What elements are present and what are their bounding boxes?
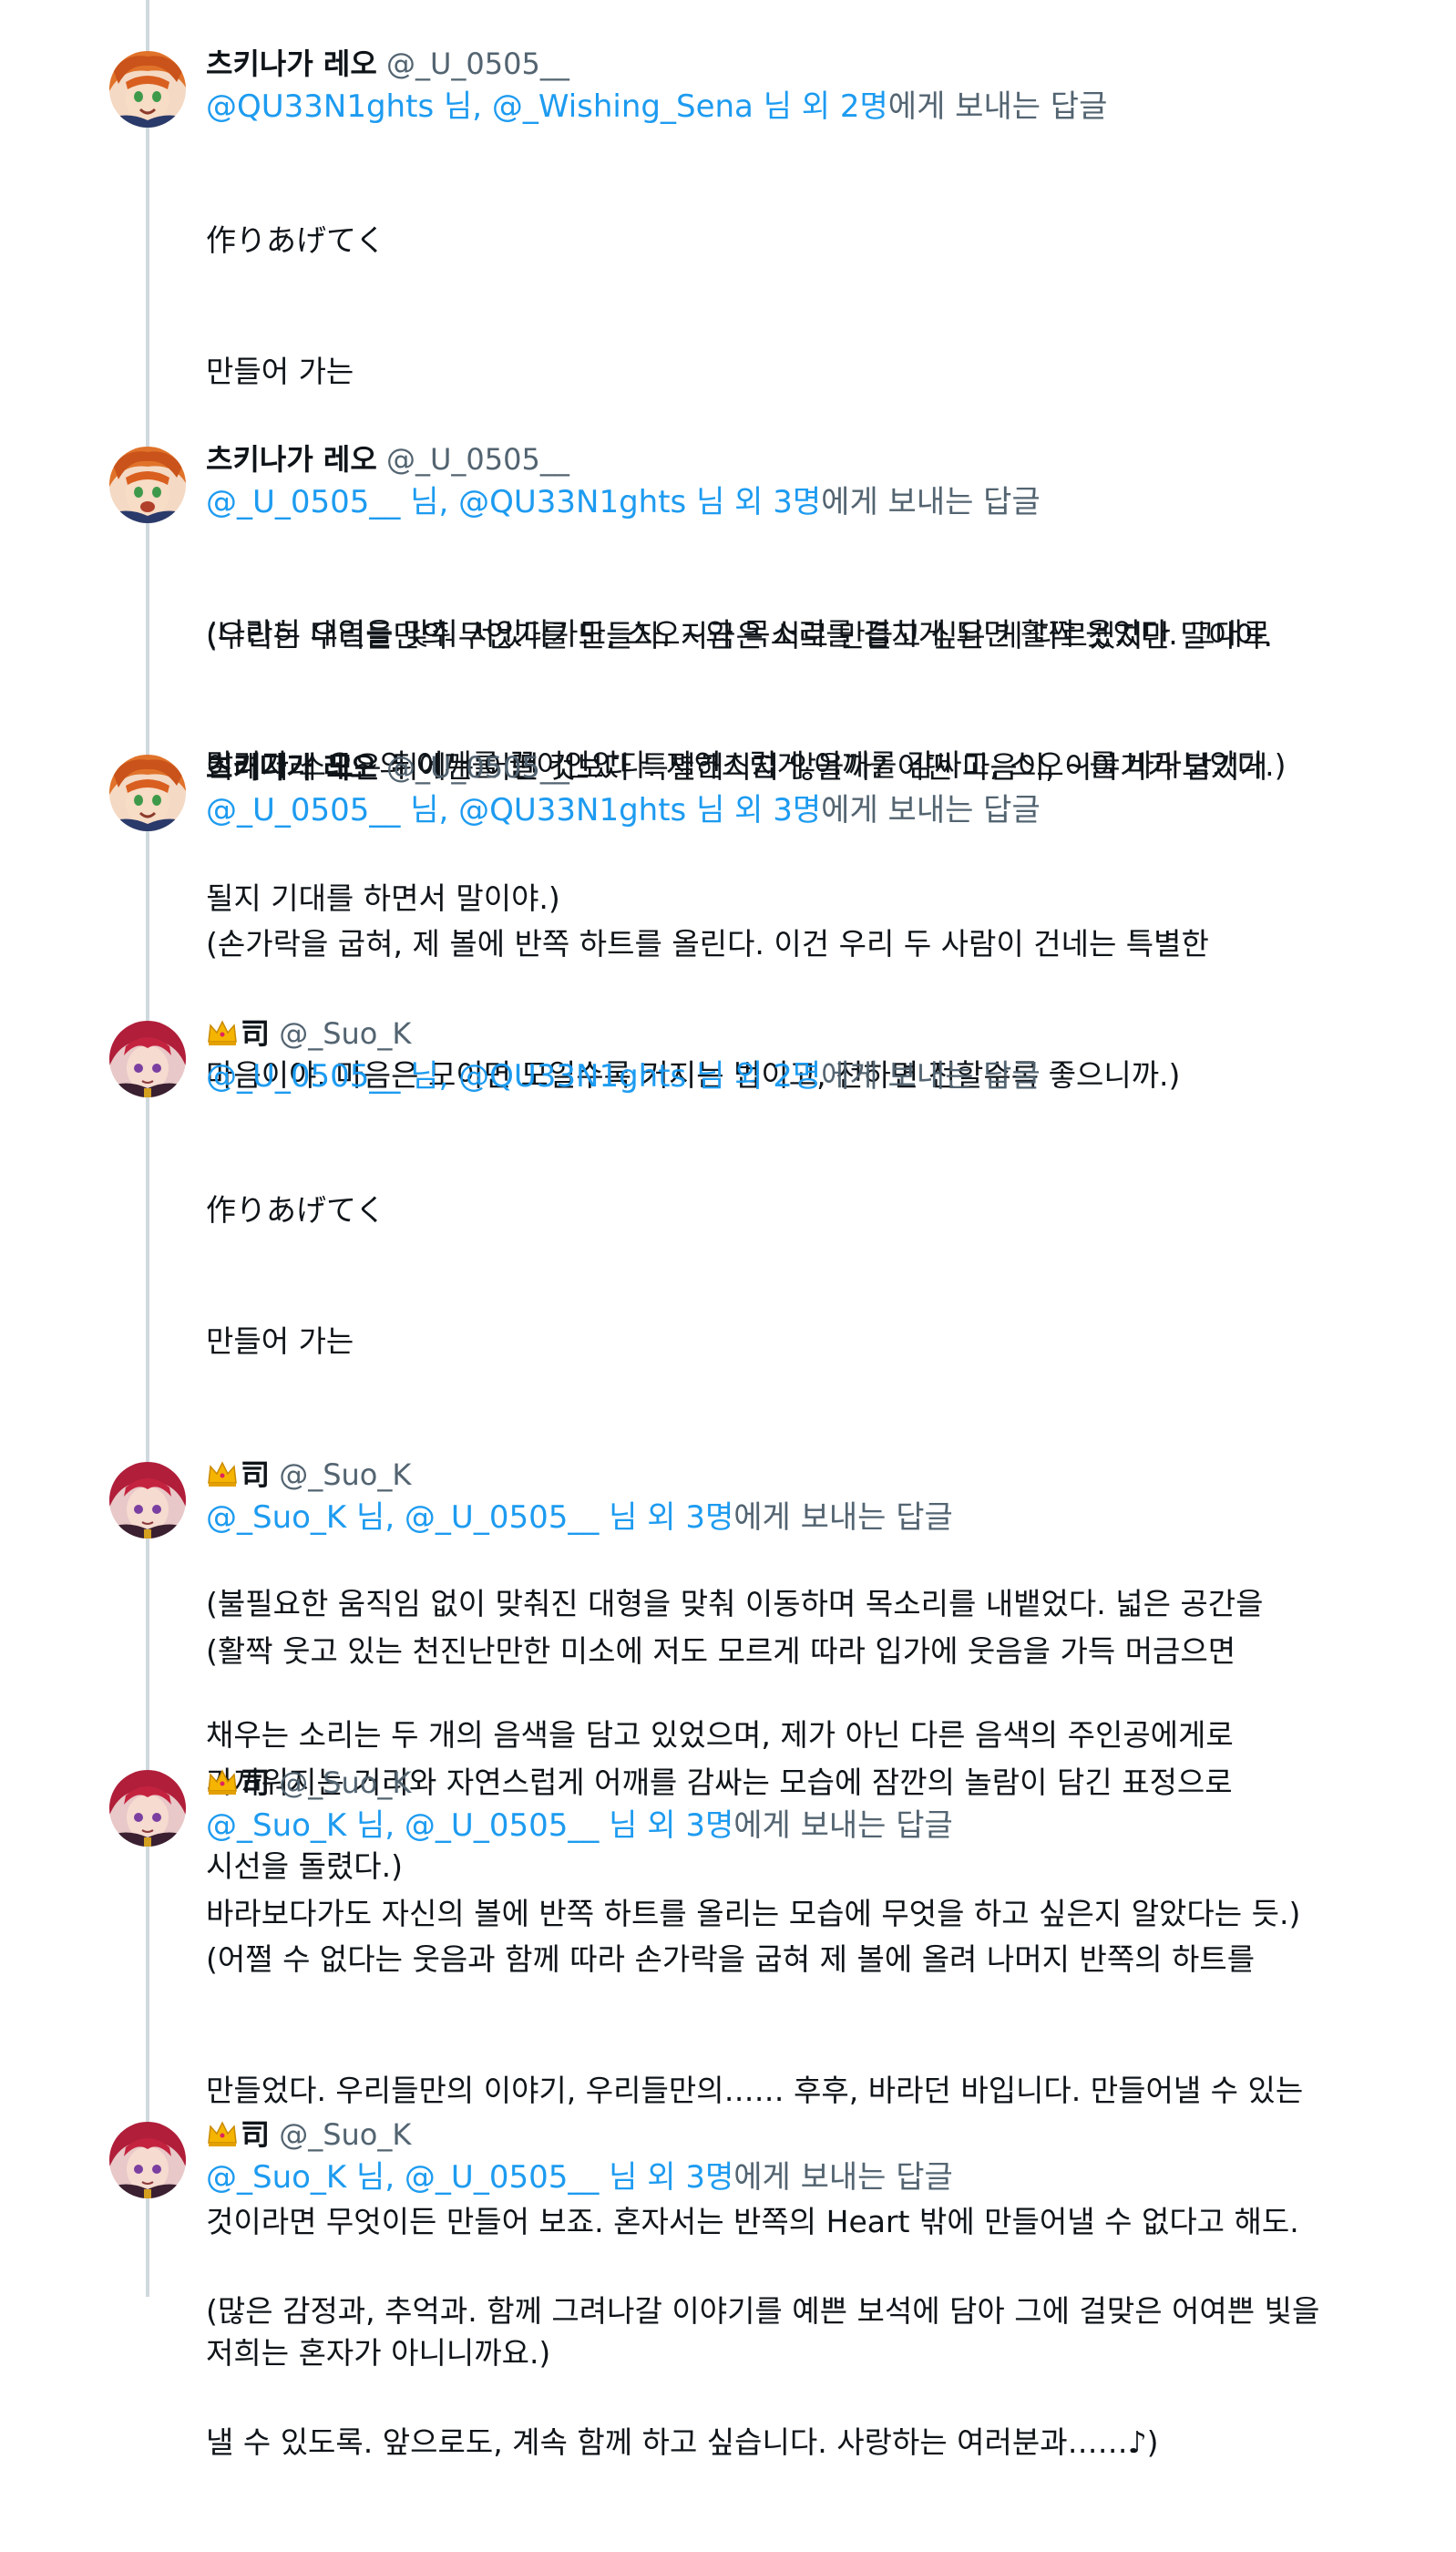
tweet-header: 츠키나가 레오 @_U_0505__ bbox=[206, 437, 1354, 481]
tweet-text-line: 낼 수 있도록. 앞으로도, 계속 함께 하고 싶습니다. 사랑하는 여러분과…… bbox=[206, 2424, 1159, 2460]
tweet-header: 司 @_Suo_K bbox=[206, 1012, 1354, 1055]
replying-to: @_Suo_K 님, @_U_0505__ 님 외 3명에게 보내는 답글 bbox=[206, 2156, 1354, 2198]
reply-mentions-link[interactable]: @_U_0505__ 님, @QU33N1ghts 님 외 3명 bbox=[206, 484, 821, 520]
user-handle[interactable]: @_Suo_K bbox=[279, 2117, 411, 2152]
avatar[interactable] bbox=[109, 1462, 186, 1538]
display-name[interactable]: 츠키나가 레오 bbox=[206, 750, 377, 785]
reply-suffix: 에게 보내는 답글 bbox=[733, 1499, 953, 1536]
tweet-header: 司 @_Suo_K bbox=[206, 1761, 1354, 1805]
avatar[interactable] bbox=[109, 51, 186, 128]
suo-avatar-icon bbox=[109, 1462, 186, 1538]
tweet-text-line: (많은 감정과, 추억과. 함께 그려나갈 이야기를 예쁜 보석에 담아 그에 … bbox=[206, 2293, 1320, 2329]
tweet-text-line: 作りあげてく bbox=[206, 222, 386, 258]
display-name[interactable]: 司 bbox=[241, 1016, 270, 1051]
reply-suffix: 에게 보내는 답글 bbox=[887, 88, 1108, 125]
suo-avatar-icon bbox=[109, 2122, 186, 2198]
replying-to: @_U_0505__ 님, @QU33N1ghts 님 외 3명에게 보내는 답… bbox=[206, 481, 1354, 523]
reply-mentions-link[interactable]: @_Suo_K 님, @_U_0505__ 님 외 3명 bbox=[206, 2159, 733, 2196]
reply-suffix: 에게 보내는 답글 bbox=[733, 1807, 953, 1844]
tweet-text-line: 만들어 가는 bbox=[206, 354, 354, 389]
display-name[interactable]: 츠키나가 레오 bbox=[206, 46, 377, 81]
user-handle[interactable]: @_Suo_K bbox=[279, 1016, 411, 1051]
reply-suffix: 에게 보내는 답글 bbox=[733, 2159, 953, 2196]
user-handle[interactable]: @_U_0505__ bbox=[386, 46, 569, 81]
tweet-header: 츠키나가 레오 @_U_0505__ bbox=[206, 746, 1354, 789]
tweet-header: 츠키나가 레오 @_U_0505__ bbox=[206, 42, 1354, 86]
leo-avatar-icon bbox=[109, 755, 186, 831]
replying-to: @_U_0505__ 님, @QU33N1ghts 님 외 3명에게 보내는 답… bbox=[206, 789, 1354, 831]
tweet-text-line: 만들었다. 우리들만의 이야기, 우리들만의…… 후후, 바라던 바입니다. 만… bbox=[206, 2073, 1304, 2108]
tweet-text-line: (어쩔 수 없다는 웃음과 함께 따라 손가락을 굽혀 제 볼에 올려 나머지 … bbox=[206, 1941, 1256, 1977]
reply-suffix: 에게 보내는 답글 bbox=[821, 1058, 1041, 1095]
user-handle[interactable]: @_Suo_K bbox=[279, 1457, 411, 1492]
display-name[interactable]: 츠키나가 레오 bbox=[206, 442, 377, 477]
tweet-header: 司 @_Suo_K bbox=[206, 2113, 1354, 2156]
replying-to: @_Suo_K 님, @_U_0505__ 님 외 3명에게 보내는 답글 bbox=[206, 1497, 1354, 1538]
leo-avatar-icon bbox=[109, 447, 186, 523]
avatar[interactable] bbox=[109, 447, 186, 523]
suo-avatar-icon bbox=[109, 1021, 186, 1097]
replying-to: @_U_0505__ 님, @QU33N1ghts 님 외 2명에게 보내는 답… bbox=[206, 1055, 1354, 1097]
tweet-text-line: (활짝 웃고 있는 천진난만한 미소에 저도 모르게 따라 입가에 웃음을 가득… bbox=[206, 1633, 1236, 1669]
crown-icon bbox=[206, 2117, 239, 2150]
display-name[interactable]: 司 bbox=[241, 1765, 270, 1800]
display-name[interactable]: 司 bbox=[241, 1457, 270, 1492]
display-name[interactable]: 司 bbox=[241, 2117, 270, 2152]
suo-avatar-icon bbox=[109, 1770, 186, 1847]
tweet-text-line: 作りあげてく bbox=[206, 1192, 386, 1228]
replying-to: @QU33N1ghts 님, @_Wishing_Sena 님 외 2명에게 보… bbox=[206, 86, 1354, 128]
reply-mentions-link[interactable]: @_Suo_K 님, @_U_0505__ 님 외 3명 bbox=[206, 1807, 733, 1844]
tweet-header: 司 @_Suo_K bbox=[206, 1453, 1354, 1497]
tweet-text: (많은 감정과, 추억과. 함께 그려나갈 이야기를 예쁜 보석에 담아 그에 … bbox=[206, 2202, 1354, 2552]
avatar[interactable] bbox=[109, 1021, 186, 1097]
leo-avatar-icon bbox=[109, 51, 186, 128]
thread-line bbox=[146, 0, 149, 2297]
reply-suffix: 에게 보내는 답글 bbox=[821, 792, 1041, 828]
crown-icon bbox=[206, 1016, 239, 1049]
user-handle[interactable]: @_U_0505__ bbox=[386, 442, 569, 477]
reply-suffix: 에게 보내는 답글 bbox=[821, 484, 1041, 520]
reply-mentions-link[interactable]: @QU33N1ghts 님, @_Wishing_Sena 님 외 2명 bbox=[206, 88, 888, 125]
tweet-text-line: (우리는 우리들만의 무언가를 만들자. 지금은 서로 만들고 싶은 게 다르겠… bbox=[206, 618, 1273, 653]
avatar[interactable] bbox=[109, 2122, 186, 2198]
reply-mentions-link[interactable]: @_Suo_K 님, @_U_0505__ 님 외 3명 bbox=[206, 1499, 733, 1536]
user-handle[interactable]: @_U_0505__ bbox=[386, 750, 569, 785]
crown-icon bbox=[206, 1765, 239, 1798]
tweet-text-line: (손가락을 굽혀, 제 볼에 반쪽 하트를 올린다. 이건 우리 두 사람이 건… bbox=[206, 926, 1209, 962]
tweet-text-line: 만들어 가는 bbox=[206, 1323, 354, 1359]
avatar[interactable] bbox=[109, 755, 186, 831]
replying-to: @_Suo_K 님, @_U_0505__ 님 외 3명에게 보내는 답글 bbox=[206, 1805, 1354, 1847]
reply-mentions-link[interactable]: @_U_0505__ 님, @QU33N1ghts 님 외 2명 bbox=[206, 1058, 821, 1095]
user-handle[interactable]: @_Suo_K bbox=[279, 1765, 411, 1800]
crown-icon bbox=[206, 1457, 239, 1490]
avatar[interactable] bbox=[109, 1770, 186, 1847]
reply-mentions-link[interactable]: @_U_0505__ 님, @QU33N1ghts 님 외 3명 bbox=[206, 792, 821, 828]
